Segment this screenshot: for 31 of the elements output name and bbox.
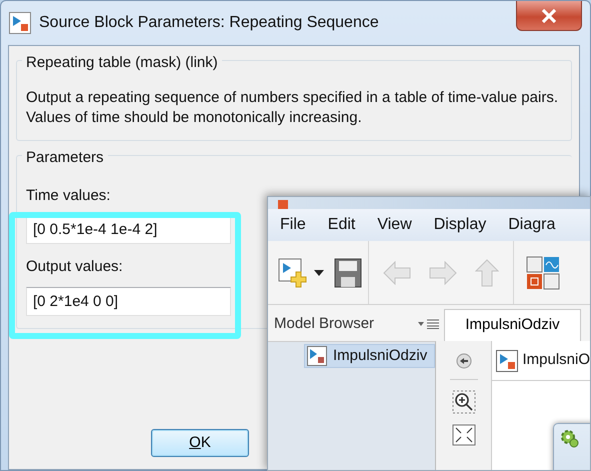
input-field[interactable]: [0 0.5*1e-4 1e-4 2] [26,215,231,244]
panel-title: Model Browser [274,314,374,334]
tree-item[interactable]: ImpulsniOdziv [304,344,435,368]
zoom-icon[interactable] [452,390,476,414]
save-icon[interactable] [334,258,362,288]
menu-item[interactable]: View [365,213,422,237]
model-icon [496,350,518,372]
block-icon [9,12,31,34]
description-text: Output a repeating sequence of numbers specified in a table of time-value pairs. Values of time should be monotonically increasing. [26,88,559,128]
menu-item[interactable]: File [268,213,316,237]
input-field[interactable]: [0 2*1e4 0 0] [26,286,231,316]
menu-item[interactable]: Edit [316,213,366,237]
new-model-icon[interactable] [278,258,308,288]
app-icon [278,200,288,209]
ok-button[interactable]: OK [151,429,249,457]
library-icon[interactable] [526,256,560,290]
field-label: Output values: [26,257,123,277]
gear-icon [560,429,580,450]
tab[interactable]: ImpulsniOdziv [444,309,581,341]
field-label: Time values: [26,186,110,206]
address-text: ImpulsniO [522,350,590,370]
hide-panel-icon[interactable] [456,353,472,369]
caret-icon[interactable] [314,270,324,276]
model-icon [307,346,327,366]
panel-menu-icon[interactable] [418,318,440,329]
close-icon [541,8,557,22]
menu-item[interactable]: Diagra [496,213,566,237]
fit-view-icon[interactable] [452,424,476,446]
close-button[interactable] [516,1,582,31]
menu-item[interactable]: Display [422,213,496,237]
window-title: Source Block Parameters: Repeating Sequence [39,13,379,33]
